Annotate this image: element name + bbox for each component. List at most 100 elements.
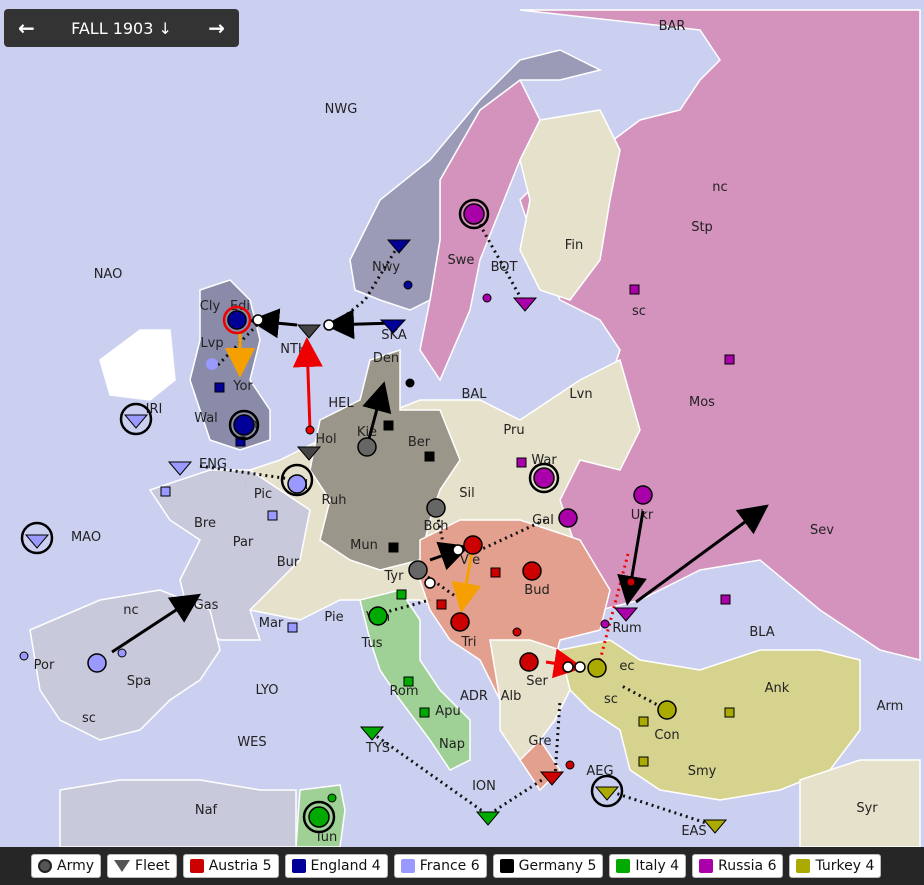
province-label-mun[interactable]: Mun bbox=[350, 538, 378, 553]
fleet-icon bbox=[114, 860, 131, 872]
province-label-pie[interactable]: Pie bbox=[324, 610, 343, 625]
province-label-smy[interactable]: Smy bbox=[688, 764, 717, 779]
legend-army: Army bbox=[31, 854, 102, 878]
province-label-boh[interactable]: Boh bbox=[423, 519, 448, 534]
province-label-ser[interactable]: Ser bbox=[526, 674, 548, 689]
province-label-nc[interactable]: nc bbox=[123, 603, 138, 618]
legend-austria-label: Austria 5 bbox=[208, 858, 272, 874]
province-label-eas[interactable]: EAS bbox=[681, 824, 706, 839]
province-label-swe[interactable]: Swe bbox=[448, 253, 475, 268]
legend-turkey[interactable]: Turkey 4 bbox=[789, 854, 882, 878]
territory-north-africa[interactable] bbox=[59, 779, 297, 848]
province-label-bre[interactable]: Bre bbox=[194, 516, 216, 531]
province-label-stp[interactable]: Stp bbox=[691, 220, 713, 235]
province-label-hol[interactable]: Hol bbox=[315, 432, 336, 447]
russia-swatch bbox=[699, 859, 714, 873]
province-label-syr[interactable]: Syr bbox=[856, 801, 878, 816]
province-label-tyr[interactable]: Tyr bbox=[384, 569, 405, 584]
province-label-apu[interactable]: Apu bbox=[435, 704, 460, 719]
legend-italy-label: Italy 4 bbox=[635, 858, 680, 874]
legend-italy[interactable]: Italy 4 bbox=[609, 854, 687, 878]
legend-france[interactable]: France 6 bbox=[393, 854, 487, 878]
province-label-ion[interactable]: ION bbox=[472, 779, 496, 794]
previous-phase-button[interactable]: ← bbox=[12, 16, 41, 40]
province-label-par[interactable]: Par bbox=[233, 535, 254, 550]
province-label-con[interactable]: Con bbox=[654, 728, 679, 743]
province-label-bar[interactable]: BAR bbox=[659, 19, 686, 34]
province-label-nc[interactable]: nc bbox=[712, 180, 727, 195]
legend-russia-label: Russia 6 bbox=[718, 858, 777, 874]
legend: Army Fleet Austria 5 England 4 France 6 … bbox=[0, 847, 924, 885]
province-label-bal[interactable]: BAL bbox=[461, 387, 487, 402]
france-swatch bbox=[400, 859, 415, 873]
province-label-ber[interactable]: Ber bbox=[408, 435, 431, 450]
province-label-nth[interactable]: NTH bbox=[280, 342, 307, 357]
province-label-por[interactable]: Por bbox=[34, 658, 55, 673]
province-label-wal[interactable]: Wal bbox=[194, 411, 218, 426]
province-label-lyo[interactable]: LYO bbox=[256, 683, 279, 698]
province-label-pic[interactable]: Pic bbox=[254, 487, 272, 502]
germany-swatch bbox=[499, 859, 514, 873]
province-label-lvp[interactable]: Lvp bbox=[200, 336, 223, 351]
province-label-sc[interactable]: sc bbox=[82, 711, 96, 726]
province-label-gal[interactable]: Gal bbox=[532, 513, 554, 528]
diplomacy-map[interactable]: BARNWGNAOncStpFinSwe BOTNwyscCly EdiSKANTH… bbox=[0, 0, 924, 885]
province-label-arm[interactable]: Arm bbox=[877, 699, 904, 714]
phase-label[interactable]: FALL 1903 ↓ bbox=[71, 19, 172, 38]
legend-england-label: England 4 bbox=[310, 858, 381, 874]
province-label-pru[interactable]: Pru bbox=[503, 423, 524, 438]
army-icon bbox=[38, 859, 52, 873]
turkey-swatch bbox=[796, 859, 811, 873]
legend-russia[interactable]: Russia 6 bbox=[692, 854, 784, 878]
legend-germany[interactable]: Germany 5 bbox=[492, 854, 604, 878]
italy-swatch bbox=[616, 859, 631, 873]
province-label-bur[interactable]: Bur bbox=[277, 555, 300, 570]
province-label-ank[interactable]: Ank bbox=[765, 681, 790, 696]
province-label-den[interactable]: Den bbox=[373, 351, 399, 366]
province-label-bla[interactable]: BLA bbox=[749, 625, 774, 640]
province-label-nao[interactable]: NAO bbox=[94, 267, 123, 282]
province-label-sev[interactable]: Sev bbox=[810, 523, 834, 538]
province-label-tys[interactable]: TYS bbox=[365, 741, 390, 756]
province-label-nwg[interactable]: NWG bbox=[325, 102, 358, 117]
province-label-sc[interactable]: sc bbox=[604, 692, 618, 707]
province-label-gre[interactable]: Gre bbox=[528, 734, 551, 749]
province-label-yor[interactable]: Yor bbox=[232, 379, 253, 394]
province-label-ruh[interactable]: Ruh bbox=[322, 493, 347, 508]
province-label-rum[interactable]: Rum bbox=[612, 621, 641, 636]
province-label-sc[interactable]: sc bbox=[632, 304, 646, 319]
legend-england[interactable]: England 4 bbox=[284, 854, 388, 878]
legend-army-label: Army bbox=[57, 858, 95, 874]
province-label-cly[interactable]: Cly bbox=[200, 299, 221, 314]
province-label-bud[interactable]: Bud bbox=[524, 583, 549, 598]
province-label-mos[interactable]: Mos bbox=[689, 395, 715, 410]
province-label-mao[interactable]: MAO bbox=[71, 530, 101, 545]
phase-navigator: ← FALL 1903 ↓ → bbox=[4, 9, 239, 47]
province-label-nap[interactable]: Nap bbox=[439, 737, 465, 752]
province-label-lvn[interactable]: Lvn bbox=[569, 387, 592, 402]
province-label-hel[interactable]: HEL bbox=[328, 396, 354, 411]
legend-france-label: France 6 bbox=[419, 858, 480, 874]
province-label-gas[interactable]: Gas bbox=[194, 598, 219, 613]
province-label-sil[interactable]: Sil bbox=[459, 486, 474, 501]
province-label-wes[interactable]: WES bbox=[237, 735, 266, 750]
legend-turkey-label: Turkey 4 bbox=[815, 858, 875, 874]
province-label-spa[interactable]: Spa bbox=[127, 674, 151, 689]
next-phase-button[interactable]: → bbox=[202, 16, 231, 40]
phase-dropdown-icon[interactable]: ↓ bbox=[159, 19, 172, 38]
province-label-adr[interactable]: ADR bbox=[460, 689, 488, 704]
legend-fleet-label: Fleet bbox=[135, 858, 170, 874]
province-label-alb[interactable]: Alb bbox=[501, 689, 522, 704]
legend-fleet: Fleet bbox=[107, 854, 177, 878]
province-label-fin[interactable]: Fin bbox=[565, 238, 583, 253]
province-label-ec[interactable]: ec bbox=[619, 659, 634, 674]
province-label-naf[interactable]: Naf bbox=[195, 803, 218, 818]
province-label-tri[interactable]: Tri bbox=[461, 635, 477, 650]
province-label-rom[interactable]: Rom bbox=[389, 684, 418, 699]
austria-swatch bbox=[189, 859, 204, 873]
province-label-mar[interactable]: Mar bbox=[259, 616, 284, 631]
legend-austria[interactable]: Austria 5 bbox=[182, 854, 279, 878]
phase-name: FALL 1903 bbox=[71, 18, 154, 38]
province-label-eng[interactable]: ENG bbox=[199, 457, 227, 472]
province-label-tus[interactable]: Tus bbox=[361, 636, 383, 651]
